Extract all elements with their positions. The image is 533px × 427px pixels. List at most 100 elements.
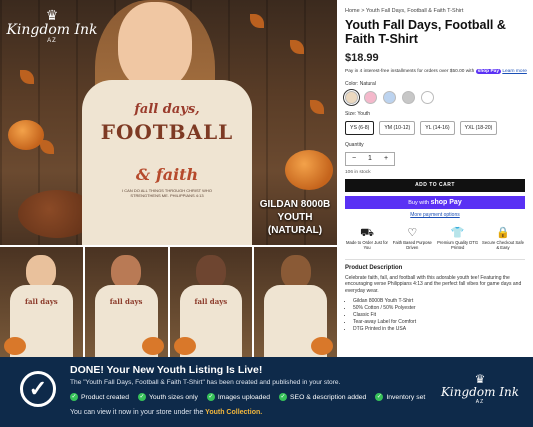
banner-status-tags: ✓ Product created ✓ Youth sizes only ✓ Imag… [70, 393, 425, 401]
thumbnail-image[interactable]: fall days [169, 247, 253, 357]
qty-plus-button[interactable]: + [378, 153, 394, 165]
thumbnail-image[interactable]: fall days [0, 247, 83, 357]
pumpkin-decoration [173, 337, 196, 355]
size-options: YS (6-8) YM (10-12) YL (14-16) YXL (18-2… [345, 121, 525, 135]
check-icon: ✓ [206, 393, 215, 401]
size-ys[interactable]: YS (6-8) [345, 121, 375, 135]
product-title: Youth Fall Days, Football & Faith T-Shir… [345, 18, 506, 46]
banner-footer-text: You can view it now in your store under … [70, 409, 204, 416]
youth-collection-link[interactable]: Youth Collection. [205, 409, 262, 416]
product-panel: Home > Youth Fall Days, Football & Faith… [337, 0, 533, 357]
feature-premium-quality: 👕 Premium Quality DTG Printed [436, 227, 480, 250]
banner-footer: You can view it now in your store under … [70, 409, 262, 416]
pumpkin-decoration [141, 337, 164, 355]
size-label: Size: Youth [345, 111, 371, 117]
buy-with-shop-pay-button[interactable]: Buy with shop Pay [345, 196, 525, 209]
logo-brand: Kingdom Ink [440, 385, 520, 399]
qty-minus-button[interactable]: − [346, 153, 362, 165]
thumb-face [195, 255, 226, 289]
thumb-print: fall days [109, 297, 143, 306]
description-heading: Product Description [345, 259, 525, 271]
feature-label: Secure Checkout Safe & Easy [482, 240, 524, 250]
shirt-verse: I CAN DO ALL THINGS THROUGH CHRIST WHO S… [122, 188, 212, 198]
status-tag-label: Inventory set [386, 393, 426, 401]
check-icon: ✓ [137, 393, 146, 401]
swatch-pink[interactable] [364, 91, 377, 104]
installments-text: Pay in 4 interest-free installments for … [345, 69, 475, 74]
success-banner: ✓ DONE! Your New Youth Listing Is Live! … [0, 357, 533, 427]
shirt-line-1: fall days, [134, 102, 200, 117]
check-icon: ✓ [70, 393, 78, 401]
banner-subline: The "Youth Fall Days, Football & Faith T… [70, 379, 341, 386]
kingdom-ink-logo: ♛ Kingdom Ink AZ [440, 373, 520, 405]
status-tag-label: SEO & description added [290, 393, 367, 401]
more-payment-options-link[interactable]: More payment options [345, 212, 525, 218]
feature-label: Made to Order Just for You [346, 240, 388, 250]
check-icon: ✓ [375, 393, 384, 401]
gildan-line: YOUTH [277, 212, 313, 223]
gildan-line: (NATURAL) [267, 225, 323, 236]
logo-brand: Kingdom Ink [6, 22, 98, 38]
stock-status: 106 in stock [345, 170, 371, 175]
feature-label: Faith Based Purpose Driven [392, 240, 432, 250]
installments-note: Pay in 4 interest-free installments for … [345, 69, 527, 74]
tshirt-print: fall days, FOOTBALL & faith I CAN DO ALL… [82, 80, 252, 245]
feature-label: Premium Quality DTG Printed [437, 240, 479, 250]
feature-list: Gildan 8000B Youth T-Shirt 50% Cotton / … [345, 298, 525, 333]
swatch-light-blue[interactable] [383, 91, 396, 104]
swatch-gray[interactable] [402, 91, 415, 104]
shirt-icon: 👕 [450, 227, 465, 239]
size-yl[interactable]: YL (14-16) [420, 121, 455, 135]
thumbnail-image[interactable]: fall days [84, 247, 168, 357]
thumbnail-strip: fall days fall days fall days [0, 247, 337, 357]
swatch-white[interactable] [421, 91, 434, 104]
kingdom-ink-logo: ♛ Kingdom Ink AZ [6, 8, 98, 44]
shop-pay-logo: shop Pay [430, 199, 462, 206]
status-tag-label: Product created [81, 393, 129, 401]
shirt-line-3: & faith [135, 165, 199, 184]
truck-icon: ⛟ [360, 227, 374, 239]
learn-more-link[interactable]: Learn more [502, 69, 527, 74]
crown-icon: ♛ [45, 7, 59, 23]
status-tag: ✓ Product created [70, 393, 129, 401]
status-tag: ✓ Inventory set [375, 393, 425, 401]
check-icon: ✓ [279, 393, 288, 401]
pumpkin-decoration [285, 150, 333, 190]
status-tag: ✓ Images uploaded [206, 393, 271, 401]
logo-sub: AZ [475, 399, 485, 405]
thumb-face [26, 255, 57, 289]
feature-secure-checkout: 🔒 Secure Checkout Safe & Easy [481, 227, 525, 250]
thumb-face [111, 255, 142, 289]
pumpkin-decoration [4, 337, 26, 355]
logo-sub: AZ [47, 38, 57, 44]
lock-icon: 🔒 [496, 227, 510, 239]
breadcrumb[interactable]: Home > Youth Fall Days, Football & Faith… [345, 8, 525, 14]
list-item: 50% Cotton / 50% Polyester [353, 305, 525, 312]
thumb-head-back [280, 255, 311, 289]
pumpkin-decoration [311, 337, 333, 355]
shop-pay-badge: shop Pay [475, 69, 501, 74]
thumb-print: fall days [25, 297, 58, 306]
color-swatches [343, 89, 525, 106]
swatch-natural[interactable] [343, 89, 360, 106]
list-item: Tear-away Label for Comfort [353, 319, 525, 326]
thumb-print: fall days [194, 297, 228, 306]
list-item: Classic Fit [353, 312, 525, 319]
gildan-line: GILDAN 8000B [259, 199, 331, 210]
description-text: Celebrate faith, fall, and football with… [345, 275, 522, 294]
size-yxl[interactable]: YXL (18-20) [459, 121, 498, 135]
feature-faith-based: ♡ Faith Based Purpose Driven [390, 227, 434, 250]
status-tag-label: Youth sizes only [148, 393, 198, 401]
feature-made-to-order: ⛟ Made to Order Just for You [345, 227, 389, 250]
thumbnail-image[interactable] [254, 247, 337, 357]
list-item: Gildan 8000B Youth T-Shirt [353, 298, 525, 305]
size-ym[interactable]: YM (10-12) [379, 121, 416, 135]
heart-icon: ♡ [407, 227, 418, 239]
gildan-label: GILDAN 8000B YOUTH (NATURAL) [255, 198, 335, 237]
qty-value[interactable]: 1 [362, 153, 378, 165]
model-face [118, 2, 192, 90]
feature-badges: ⛟ Made to Order Just for You ♡ Faith Bas… [345, 227, 525, 250]
add-to-cart-button[interactable]: ADD TO CART [345, 179, 525, 192]
buy-with-text: Buy with [408, 200, 430, 206]
status-tag-label: Images uploaded [217, 393, 271, 401]
